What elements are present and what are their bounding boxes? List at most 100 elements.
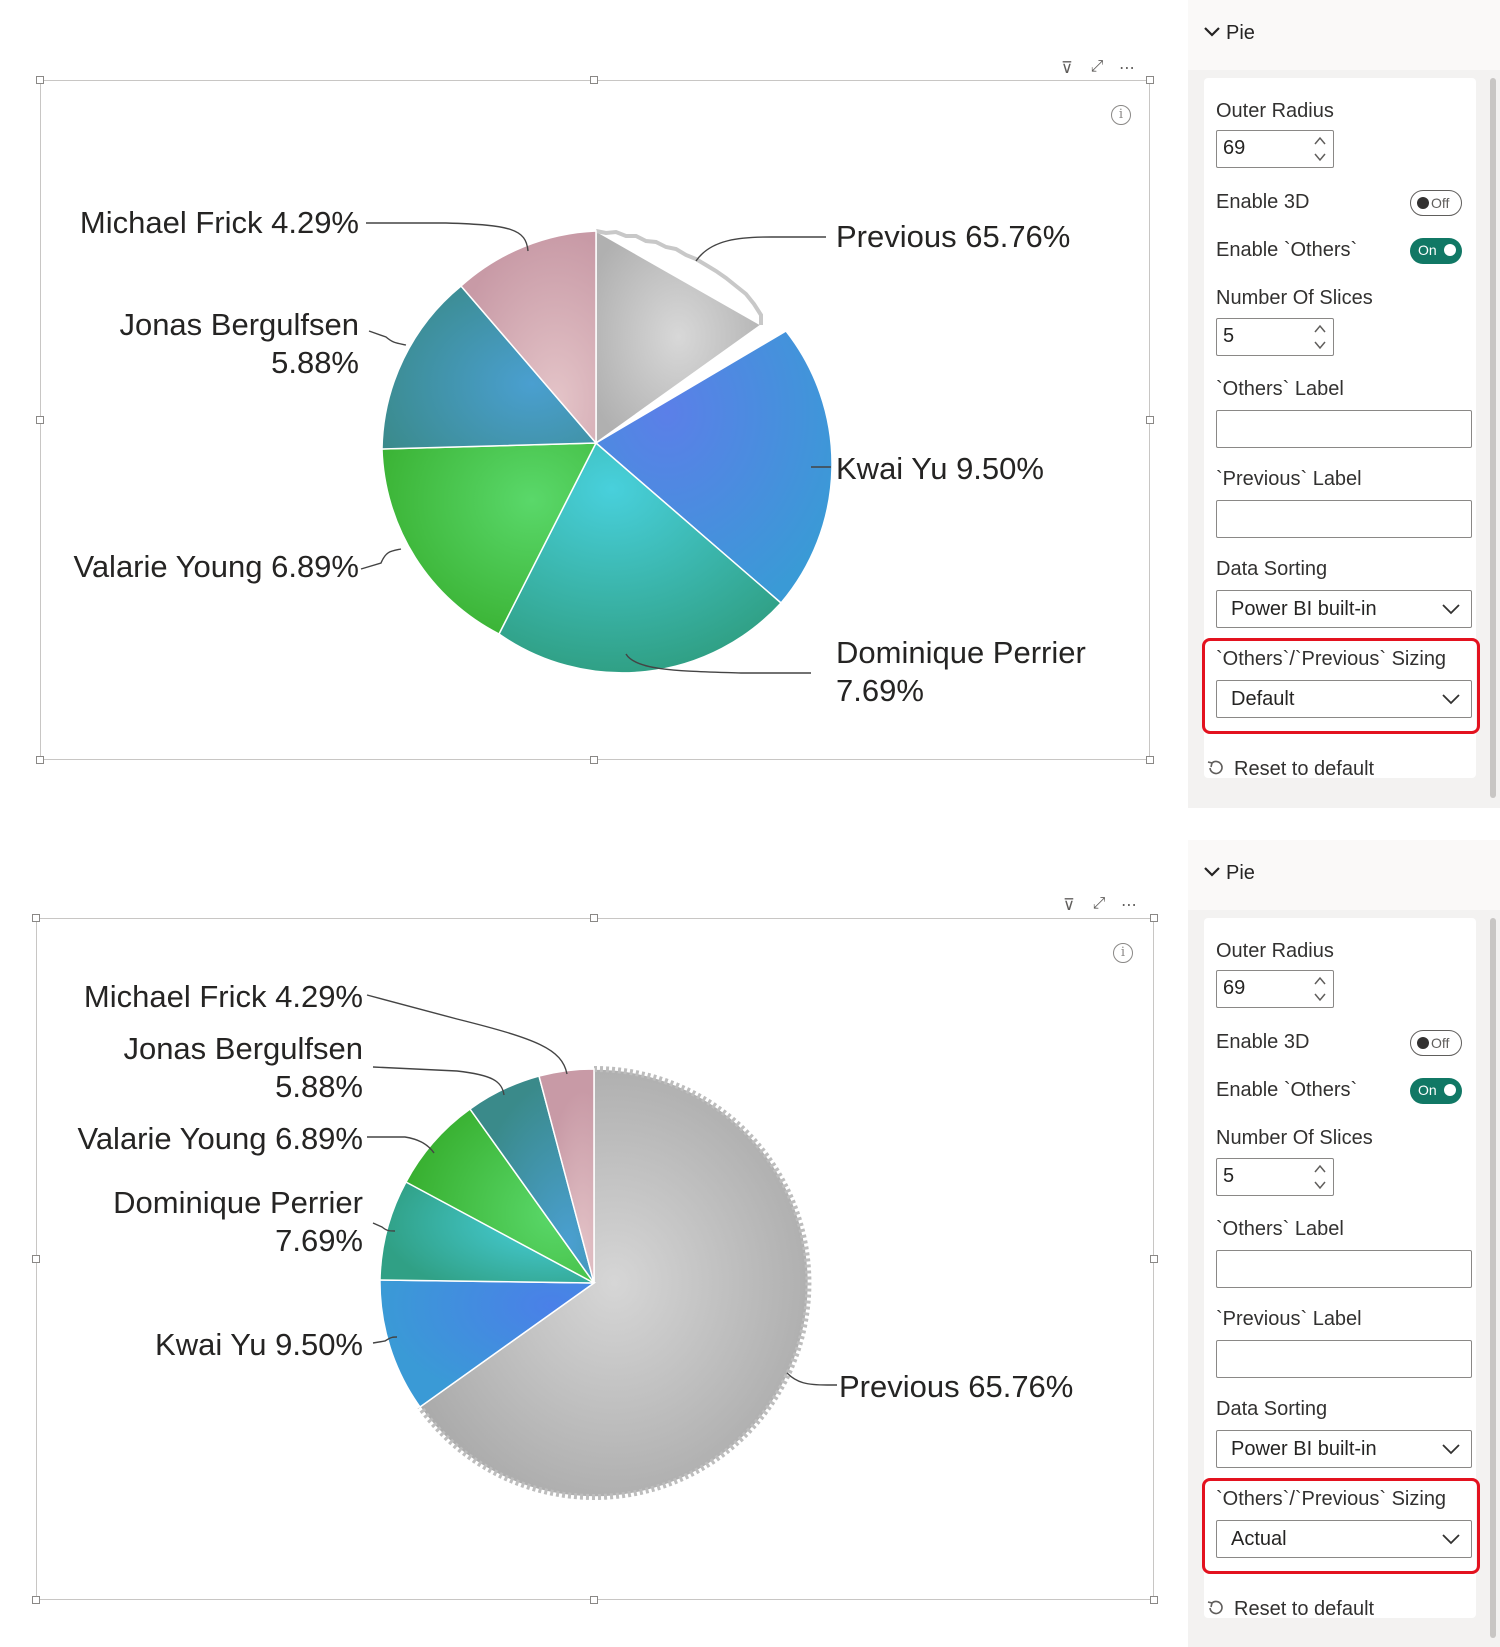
toggle-knob xyxy=(1417,1037,1429,1049)
label-jonas-bergulfsen-line1: Jonas Bergulfsen xyxy=(123,1031,363,1066)
leader-valarie-young xyxy=(367,1136,435,1154)
chevron-down-icon xyxy=(1442,604,1460,615)
resize-handle[interactable] xyxy=(1146,756,1154,764)
enable-3d-toggle[interactable]: Off xyxy=(1410,190,1462,216)
enable-others-label: Enable `Others` xyxy=(1216,1079,1358,1101)
outer-radius-stepper[interactable]: 69 xyxy=(1216,130,1334,168)
highlight-box xyxy=(1202,638,1480,734)
resize-handle[interactable] xyxy=(1146,416,1154,424)
resize-handle[interactable] xyxy=(1146,76,1154,84)
label-jonas-bergulfsen-line1: Jonas Bergulfsen xyxy=(119,307,359,342)
enable-others-label: Enable `Others` xyxy=(1216,239,1358,261)
chevron-down-icon xyxy=(1204,27,1220,37)
pane-section-header[interactable]: Pie xyxy=(1188,840,1500,910)
label-michael-frick: Michael Frick 4.29% xyxy=(80,205,359,240)
data-sorting-label: Data Sorting xyxy=(1216,558,1328,580)
toggle-knob xyxy=(1417,197,1429,209)
spinner-icon[interactable] xyxy=(1313,973,1327,1005)
outer-radius-label: Outer Radius xyxy=(1216,100,1334,122)
resize-handle[interactable] xyxy=(36,416,44,424)
pie-visual-2[interactable]: i Michael Frick 4.29% Jonas Bergulfsen 5… xyxy=(36,918,1154,1600)
others-label-input[interactable] xyxy=(1216,1250,1472,1288)
more-options-icon[interactable]: ⋯ xyxy=(1118,58,1136,78)
label-jonas-bergulfsen-line2: 5.88% xyxy=(275,1069,363,1104)
leader-michael-frick xyxy=(366,222,529,252)
pane-title: Pie xyxy=(1226,862,1255,884)
label-michael-frick: Michael Frick 4.29% xyxy=(84,979,363,1014)
reset-icon xyxy=(1207,760,1223,775)
reset-icon xyxy=(1207,1600,1223,1615)
spinner-icon[interactable] xyxy=(1313,321,1327,353)
chevron-down-icon xyxy=(1442,1444,1460,1455)
label-valarie-young: Valarie Young 6.89% xyxy=(73,549,359,584)
reset-label: Reset to default xyxy=(1234,1598,1375,1620)
previous-label-label: `Previous` Label xyxy=(1216,468,1362,490)
spinner-icon[interactable] xyxy=(1313,1161,1327,1193)
data-sorting-dropdown[interactable]: Power BI built-in xyxy=(1216,1430,1472,1468)
leader-jonas-bergulfsen xyxy=(368,330,407,346)
resize-handle[interactable] xyxy=(1150,1255,1158,1263)
toggle-knob xyxy=(1444,1084,1456,1096)
previous-label-input[interactable] xyxy=(1216,500,1472,538)
data-sorting-value: Power BI built-in xyxy=(1231,598,1377,620)
more-options-icon[interactable]: ⋯ xyxy=(1120,895,1138,915)
resize-handle[interactable] xyxy=(36,76,44,84)
focus-mode-icon[interactable]: ⤢ xyxy=(1088,58,1106,78)
others-label-label: `Others` Label xyxy=(1216,1218,1344,1240)
label-dominique-perrier-line1: Dominique Perrier xyxy=(836,635,1086,670)
resize-handle[interactable] xyxy=(32,1255,40,1263)
outer-radius-value: 69 xyxy=(1223,977,1246,999)
resize-handle[interactable] xyxy=(32,1596,40,1604)
number-of-slices-value: 5 xyxy=(1223,325,1235,347)
reset-to-default-link[interactable]: Reset to default xyxy=(1206,1598,1374,1621)
pie-chart-2: Michael Frick 4.29% Jonas Bergulfsen 5.8… xyxy=(77,979,1073,1500)
reset-label: Reset to default xyxy=(1234,758,1375,780)
data-sorting-value: Power BI built-in xyxy=(1231,1438,1377,1460)
toggle-state: Off xyxy=(1431,1035,1450,1051)
resize-handle[interactable] xyxy=(590,1596,598,1604)
pane-section-header[interactable]: Pie xyxy=(1188,0,1500,70)
resize-handle[interactable] xyxy=(32,914,40,922)
spinner-icon[interactable] xyxy=(1313,133,1327,165)
resize-handle[interactable] xyxy=(1150,1596,1158,1604)
enable-3d-toggle[interactable]: Off xyxy=(1410,1030,1462,1056)
number-of-slices-value: 5 xyxy=(1223,1165,1235,1187)
others-label-label: `Others` Label xyxy=(1216,378,1344,400)
data-sorting-dropdown[interactable]: Power BI built-in xyxy=(1216,590,1472,628)
number-of-slices-stepper[interactable]: 5 xyxy=(1216,318,1334,356)
label-previous: Previous 65.76% xyxy=(839,1369,1073,1404)
enable-others-toggle[interactable]: On xyxy=(1410,1078,1462,1104)
outer-radius-stepper[interactable]: 69 xyxy=(1216,970,1334,1008)
enable-3d-label: Enable 3D xyxy=(1216,1031,1310,1053)
highlight-box xyxy=(1202,1478,1480,1574)
leader-michael-frick xyxy=(366,994,568,1075)
outer-radius-label: Outer Radius xyxy=(1216,940,1334,962)
number-of-slices-label: Number Of Slices xyxy=(1216,1127,1373,1149)
resize-handle[interactable] xyxy=(36,756,44,764)
leader-previous xyxy=(695,236,826,262)
previous-label-input[interactable] xyxy=(1216,1340,1472,1378)
others-label-input[interactable] xyxy=(1216,410,1472,448)
resize-handle[interactable] xyxy=(590,756,598,764)
pie-chart-1: Previous 65.76% Kwai Yu 9.50% Dominique … xyxy=(73,205,1086,708)
filter-icon[interactable]: ⊽ xyxy=(1058,58,1076,78)
filter-icon[interactable]: ⊽ xyxy=(1060,895,1078,915)
pane-scrollbar[interactable] xyxy=(1490,918,1496,1638)
pie-visual-1[interactable]: i Previous 65.76% Kwai Yu 9.50% Dominiqu… xyxy=(40,80,1150,760)
pane-title: Pie xyxy=(1226,22,1255,44)
resize-handle[interactable] xyxy=(590,914,598,922)
focus-mode-icon[interactable]: ⤢ xyxy=(1090,895,1108,915)
reset-to-default-link[interactable]: Reset to default xyxy=(1206,758,1374,781)
enable-others-toggle[interactable]: On xyxy=(1410,238,1462,264)
toggle-state: Off xyxy=(1431,195,1450,211)
label-previous: Previous 65.76% xyxy=(836,219,1070,254)
pane-scrollbar[interactable] xyxy=(1490,78,1496,798)
toggle-state: On xyxy=(1418,242,1437,258)
enable-3d-label: Enable 3D xyxy=(1216,191,1310,213)
number-of-slices-stepper[interactable]: 5 xyxy=(1216,1158,1334,1196)
label-jonas-bergulfsen-line2: 5.88% xyxy=(271,345,359,380)
resize-handle[interactable] xyxy=(1150,914,1158,922)
resize-handle[interactable] xyxy=(590,76,598,84)
leader-valarie-young xyxy=(360,548,402,570)
previous-label-label: `Previous` Label xyxy=(1216,1308,1362,1330)
